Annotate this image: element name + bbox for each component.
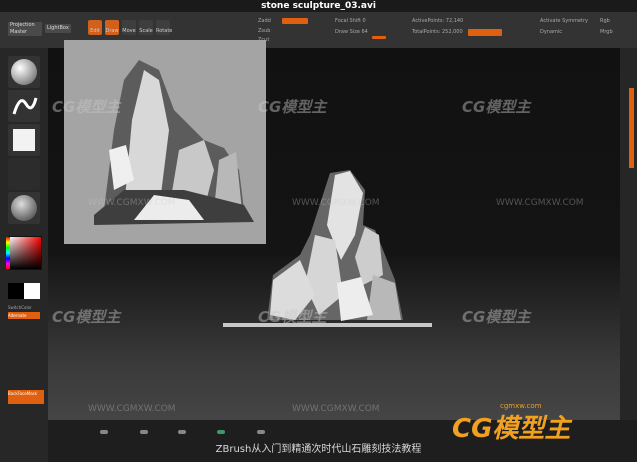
- backface-mask-label: BackFaceMask: [8, 391, 38, 396]
- right-shelf-indicator: [629, 88, 634, 168]
- alternate-label: Alternate: [8, 313, 27, 318]
- sculpted-rock-model[interactable]: [255, 165, 415, 325]
- bottom-dot-1[interactable]: [100, 430, 108, 434]
- watermark-logo-4: CG模型主: [52, 308, 121, 326]
- hue-strip[interactable]: [6, 237, 10, 269]
- scale-mode-button[interactable]: Scale: [139, 20, 153, 35]
- material-selector[interactable]: [8, 192, 40, 224]
- total-points-readout: TotalPoints: 252,000: [412, 29, 463, 35]
- color-picker[interactable]: [6, 236, 42, 270]
- draw-mode-button[interactable]: Draw: [105, 20, 119, 35]
- scale-mode-label: Scale: [139, 28, 153, 34]
- draw-size-slider[interactable]: Draw Size 64: [335, 29, 368, 35]
- video-caption: ZBrush从入门到精通次时代山石雕刻技法教程: [215, 444, 422, 455]
- right-shelf: [620, 48, 637, 420]
- reference-rock-sketch: [64, 40, 266, 244]
- texture-selector[interactable]: [8, 158, 40, 190]
- watermark-url-4: WWW.CGMXW.COM: [88, 404, 176, 414]
- backface-mask-button[interactable]: BackFaceMask: [8, 390, 44, 404]
- alpha-selector[interactable]: [8, 124, 40, 156]
- move-mode-button[interactable]: Move: [122, 20, 136, 35]
- watermark-logo-1: CG模型主: [52, 98, 121, 116]
- alpha-square-icon: [13, 129, 35, 151]
- watermark-url-3: WWW.CGMXW.COM: [496, 198, 584, 208]
- focal-shift-slider[interactable]: Focal Shift 0: [335, 18, 366, 24]
- watermark-url-5: WWW.CGMXW.COM: [292, 404, 380, 414]
- draw-mode-label: Draw: [105, 28, 119, 34]
- edit-mode-button[interactable]: Edit: [88, 20, 102, 35]
- dynamic-button[interactable]: Dynamic: [540, 29, 562, 35]
- switch-color-button[interactable]: SwitchColor: [8, 305, 32, 310]
- watermark-url-2: WWW.CGMXW.COM: [292, 198, 380, 208]
- bottom-dot-4[interactable]: [217, 430, 225, 434]
- stroke-selector[interactable]: [8, 90, 40, 122]
- material-sphere-icon: [11, 195, 37, 221]
- watermark-logo-6: CG模型主: [462, 308, 531, 326]
- edit-mode-label: Edit: [90, 28, 100, 34]
- watermark-logo-5: CG模型主: [258, 308, 327, 326]
- lightbox-button[interactable]: LightBox: [45, 24, 71, 33]
- watermark-url-1: WWW.CGMXW.COM: [88, 198, 176, 208]
- sphere-brush-icon: [11, 59, 37, 85]
- stroke-icon: [12, 97, 38, 115]
- active-points-readout: ActivePoints: 72,140: [412, 18, 464, 24]
- watermark-logo-3: CG模型主: [462, 98, 531, 116]
- secondary-color-swatch[interactable]: [24, 283, 40, 299]
- rgb-button[interactable]: Rgb: [600, 18, 610, 24]
- alternate-button[interactable]: Alternate: [8, 312, 40, 319]
- draw-size-fill: [372, 36, 386, 39]
- activate-symmetry-button[interactable]: Activate Symmetry: [540, 18, 588, 24]
- bottom-dot-2[interactable]: [140, 430, 148, 434]
- bottom-dot-3[interactable]: [178, 430, 186, 434]
- zsub-label[interactable]: Zsub: [258, 28, 270, 34]
- reference-image-panel[interactable]: [64, 40, 266, 244]
- zadd-active-indicator[interactable]: [282, 18, 308, 24]
- main-color-swatch[interactable]: [8, 283, 24, 299]
- rotate-mode-button[interactable]: Rotate: [156, 20, 173, 35]
- brush-selector[interactable]: [8, 56, 40, 88]
- ground-plane: [223, 323, 432, 327]
- projection-master-button[interactable]: Projection Master: [8, 22, 42, 36]
- rotate-mode-label: Rotate: [156, 28, 173, 34]
- watermark-logo-2: CG模型主: [258, 98, 327, 116]
- move-mode-label: Move: [122, 28, 136, 34]
- zadd-label[interactable]: Zadd: [258, 18, 271, 24]
- mrgb-button[interactable]: Mrgb: [600, 29, 613, 35]
- left-tool-shelf: SwitchColor Alternate BackFaceMask: [0, 48, 48, 462]
- bottom-dot-5[interactable]: [257, 430, 265, 434]
- points-indicator: [468, 29, 502, 36]
- window-title: stone sculpture_03.avi: [261, 1, 376, 11]
